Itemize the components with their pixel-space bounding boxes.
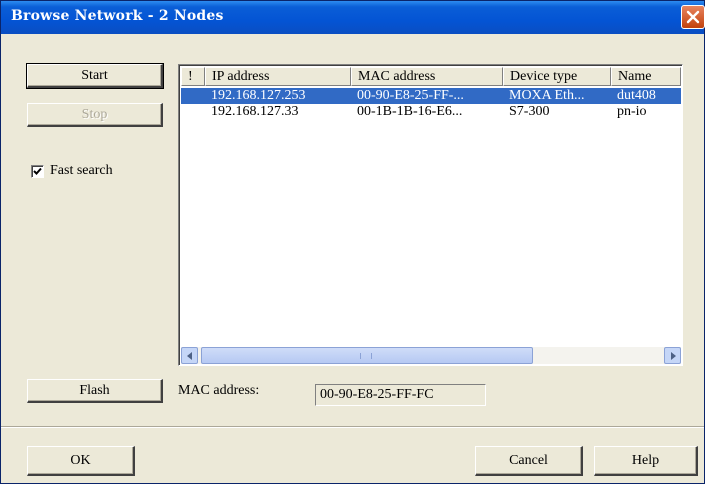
cell-mac: 00-1B-1B-16-E6... xyxy=(357,104,463,119)
window-title: Browse Network - 2 Nodes xyxy=(11,8,224,24)
scroll-left-button[interactable] xyxy=(181,347,198,364)
divider xyxy=(1,426,704,428)
scroll-right-button[interactable] xyxy=(664,347,681,364)
list-header: ! IP address MAC address Device type Nam… xyxy=(181,67,681,86)
fast-search-label: Fast search xyxy=(50,163,113,178)
column-header-device-type[interactable]: Device type xyxy=(503,67,611,86)
arrow-right-icon xyxy=(670,351,676,360)
scrollbar-grip xyxy=(360,353,372,359)
arrow-left-icon xyxy=(186,351,192,360)
stop-button-label: Stop xyxy=(81,106,108,122)
fast-search-checkbox[interactable] xyxy=(31,164,44,178)
cell-name: dut408 xyxy=(617,88,656,103)
help-button[interactable]: Help xyxy=(594,446,698,476)
cell-ip: 192.168.127.33 xyxy=(211,104,299,119)
checkmark-icon xyxy=(33,167,42,175)
close-button[interactable] xyxy=(681,5,705,29)
cancel-button[interactable]: Cancel xyxy=(475,446,583,476)
cell-device-type: MOXA Eth... xyxy=(509,88,585,103)
table-row[interactable]: 192.168.127.33 00-1B-1B-16-E6... S7-300 … xyxy=(181,104,681,120)
ok-button[interactable]: OK xyxy=(27,446,135,476)
mac-address-field: 00-90-E8-25-FF-FC xyxy=(315,384,486,406)
close-icon xyxy=(686,10,700,24)
ok-button-label: OK xyxy=(70,452,91,468)
cell-name: pn-io xyxy=(617,104,647,119)
mac-address-label: MAC address: xyxy=(178,383,260,398)
stop-button[interactable]: Stop xyxy=(27,103,163,127)
browse-network-dialog: Browse Network - 2 Nodes Start Stop Fast… xyxy=(0,0,705,484)
flash-button-label: Flash xyxy=(79,382,110,398)
help-button-label: Help xyxy=(631,452,660,468)
column-header-ip[interactable]: IP address xyxy=(205,67,351,86)
column-header-name[interactable]: Name xyxy=(611,67,681,86)
start-button[interactable]: Start xyxy=(26,63,164,89)
column-header-mac[interactable]: MAC address xyxy=(351,67,503,86)
table-row[interactable]: 192.168.127.253 00-90-E8-25-FF-... MOXA … xyxy=(181,88,681,104)
scrollbar-thumb[interactable] xyxy=(201,347,533,364)
cell-mac: 00-90-E8-25-FF-... xyxy=(357,88,464,103)
cell-flag xyxy=(181,104,205,120)
cell-device-type: S7-300 xyxy=(509,104,550,119)
horizontal-scrollbar[interactable] xyxy=(181,347,681,364)
node-list[interactable]: ! IP address MAC address Device type Nam… xyxy=(178,64,683,366)
cell-ip: 192.168.127.253 xyxy=(211,88,306,103)
cancel-button-label: Cancel xyxy=(509,452,548,468)
flash-button[interactable]: Flash xyxy=(27,379,163,403)
column-header-flag[interactable]: ! xyxy=(181,67,205,86)
title-bar[interactable]: Browse Network - 2 Nodes xyxy=(1,1,705,34)
fast-search-option[interactable]: Fast search xyxy=(31,163,113,179)
cell-flag xyxy=(181,88,205,104)
start-button-label: Start xyxy=(81,67,108,83)
